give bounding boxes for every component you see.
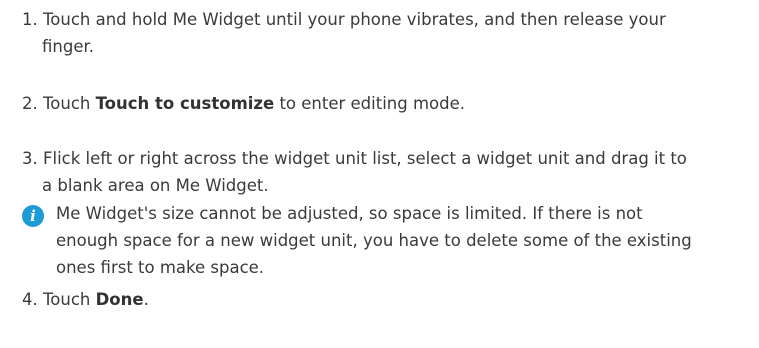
step-text: Touch: [43, 290, 96, 309]
step-4: 4. Touch Done.: [22, 286, 752, 313]
step-text: to enter editing mode.: [274, 94, 466, 113]
step-text-continued: finger.: [42, 37, 94, 56]
info-icon: i: [22, 205, 44, 227]
step-2: 2. Touch Touch to customize to enter edi…: [22, 90, 752, 117]
step-number: 2.: [22, 94, 38, 113]
step-text: Flick left or right across the widget un…: [43, 149, 687, 168]
step-3: 3. Flick left or right across the widget…: [22, 145, 752, 199]
step-number: 4.: [22, 290, 38, 309]
instruction-page: 1. Touch and hold Me Widget until your p…: [0, 0, 759, 348]
step-text-continued: a blank area on Me Widget.: [42, 176, 269, 195]
step-text: .: [143, 290, 149, 309]
note: Me Widget's size cannot be adjusted, so …: [56, 200, 736, 281]
step-number: 3.: [22, 149, 38, 168]
step-text: Touch and hold Me Widget until your phon…: [43, 10, 666, 29]
note-line: enough space for a new widget unit, you …: [56, 231, 692, 250]
note-line: Me Widget's size cannot be adjusted, so …: [56, 204, 643, 223]
step-number: 1.: [22, 10, 38, 29]
step-text: Touch: [43, 94, 96, 113]
ui-term-done: Done: [95, 290, 144, 309]
step-1: 1. Touch and hold Me Widget until your p…: [22, 6, 752, 60]
note-line: ones first to make space.: [56, 258, 265, 277]
ui-term-touch-to-customize: Touch to customize: [95, 94, 275, 113]
